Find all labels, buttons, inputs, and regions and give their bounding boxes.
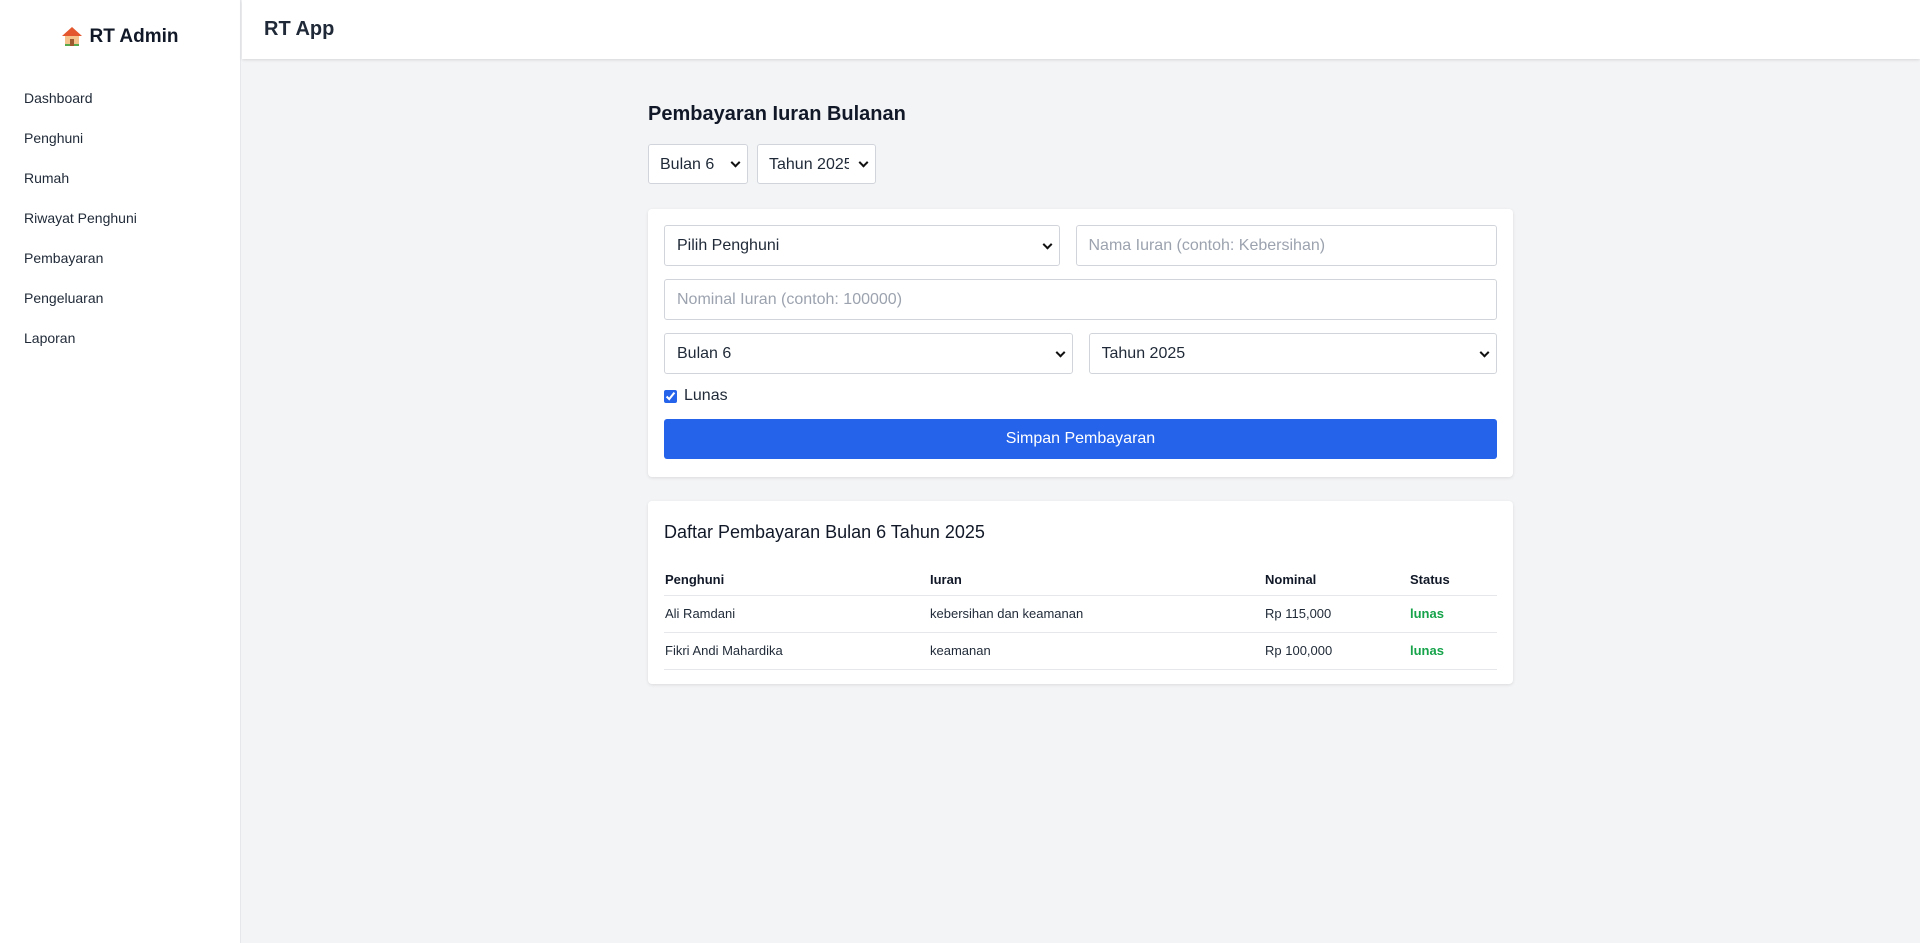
table-header-row: Penghuni Iuran Nominal Status — [664, 564, 1497, 596]
cell-resident: Ali Ramdani — [664, 595, 929, 633]
cell-fee: keamanan — [929, 632, 1264, 670]
column-header-status: Status — [1409, 564, 1497, 596]
paid-checkbox-label: Lunas — [684, 387, 728, 404]
app-title: RT App — [264, 18, 335, 40]
payment-list-title: Daftar Pembayaran Bulan 6 Tahun 2025 — [664, 522, 985, 542]
payment-table: Penghuni Iuran Nominal Status Ali Ramdan… — [664, 564, 1497, 670]
payment-list: Daftar Pembayaran Bulan 6 Tahun 2025 Pen… — [648, 501, 1513, 684]
top-bar: RT App — [242, 0, 1920, 59]
column-header-penghuni: Penghuni — [664, 564, 929, 596]
sidebar-item-penghuni[interactable]: Penghuni — [0, 118, 240, 158]
resident-select[interactable]: Pilih Penghuni — [664, 225, 1060, 266]
column-header-iuran: Iuran — [929, 564, 1264, 596]
cell-amount: Rp 115,000 — [1264, 595, 1409, 633]
sidebar-item-pembayaran[interactable]: Pembayaran — [0, 238, 240, 278]
house-icon — [61, 27, 83, 47]
filter-year-wrapper: Tahun 2025 — [757, 144, 876, 184]
fee-name-input[interactable] — [1075, 225, 1497, 266]
filter-month-select[interactable]: Bulan 6 — [648, 144, 748, 184]
filter-year-select[interactable]: Tahun 2025 — [757, 144, 876, 184]
period-filters: Bulan 6 Tahun 2025 — [648, 144, 1513, 184]
column-header-nominal: Nominal — [1264, 564, 1409, 596]
sidebar: RT Admin Dashboard Penghuni Rumah Riwaya… — [0, 0, 241, 943]
cell-resident: Fikri Andi Mahardika — [664, 632, 929, 670]
paid-checkbox[interactable] — [664, 389, 677, 403]
save-payment-button[interactable]: Simpan Pembayaran — [664, 419, 1497, 459]
sidebar-item-pengeluaran[interactable]: Pengeluaran — [0, 278, 240, 318]
sidebar-item-laporan[interactable]: Laporan — [0, 318, 240, 358]
status-badge: lunas — [1409, 595, 1497, 633]
resident-select-wrapper: Pilih Penghuni — [664, 225, 1060, 266]
paid-checkbox-row[interactable]: Lunas — [664, 385, 1497, 407]
fee-amount-input[interactable] — [664, 279, 1497, 320]
sidebar-item-rumah[interactable]: Rumah — [0, 158, 240, 198]
sidebar-item-riwayat-penghuni[interactable]: Riwayat Penghuni — [0, 198, 240, 238]
payment-form: Pilih Penghuni Bulan 6 Tahun 2025 — [648, 209, 1513, 477]
form-month-select[interactable]: Bulan 6 — [664, 333, 1073, 374]
form-year-select[interactable]: Tahun 2025 — [1088, 333, 1497, 374]
sidebar-nav: Dashboard Penghuni Rumah Riwayat Penghun… — [0, 74, 240, 358]
status-badge: lunas — [1409, 632, 1497, 670]
brand-title: RT Admin — [89, 26, 179, 47]
main-content: Pembayaran Iuran Bulanan Bulan 6 Tahun 2… — [648, 100, 1513, 684]
filter-month-wrapper: Bulan 6 — [648, 144, 748, 184]
form-row-3: Bulan 6 Tahun 2025 — [664, 333, 1497, 374]
form-row-2 — [664, 279, 1497, 320]
form-year-wrapper: Tahun 2025 — [1088, 333, 1497, 374]
cell-fee: kebersihan dan keamanan — [929, 595, 1264, 633]
brand[interactable]: RT Admin — [0, 0, 240, 74]
table-row: Ali Ramdani kebersihan dan keamanan Rp 1… — [664, 595, 1497, 633]
page-title: Pembayaran Iuran Bulanan — [648, 103, 906, 125]
form-row-1: Pilih Penghuni — [664, 225, 1497, 266]
cell-amount: Rp 100,000 — [1264, 632, 1409, 670]
sidebar-item-dashboard[interactable]: Dashboard — [0, 78, 240, 118]
form-month-wrapper: Bulan 6 — [664, 333, 1073, 374]
table-row: Fikri Andi Mahardika keamanan Rp 100,000… — [664, 632, 1497, 670]
